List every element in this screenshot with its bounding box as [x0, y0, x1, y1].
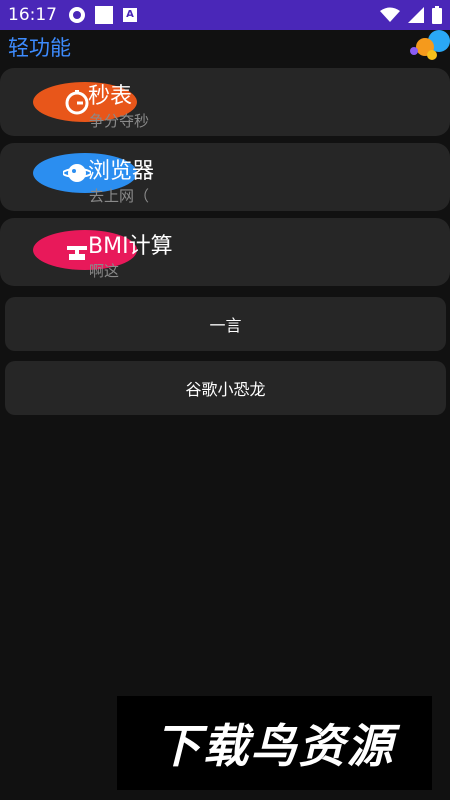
watermark-text: 下载鸟资源: [154, 719, 395, 773]
feature-card-browser[interactable]: 浏览器 去上网（: [0, 143, 450, 211]
stopwatch-icon: [65, 90, 89, 115]
square-notification-icon: [95, 6, 113, 24]
card-title: BMI计算: [88, 234, 173, 259]
a-notification-icon: A: [123, 8, 137, 22]
status-right-icons: [380, 6, 442, 24]
battery-icon: [432, 6, 442, 24]
status-bar: 16:17 A: [0, 0, 450, 30]
card-title: 秒表: [88, 84, 133, 109]
scale-icon: [67, 246, 87, 260]
feature-card-bmi[interactable]: BMI计算 啊这: [0, 218, 450, 286]
planet-icon: [63, 164, 91, 182]
wifi-icon: [380, 7, 400, 22]
card-subtitle: 去上网（: [89, 187, 150, 205]
card-title: 浏览器: [88, 159, 155, 184]
watermark: 下载鸟资源: [117, 696, 432, 790]
page-title: 轻功能: [8, 36, 71, 60]
app-bar: 轻功能: [0, 30, 450, 64]
dino-game-button[interactable]: 谷歌小恐龙: [5, 361, 446, 415]
feature-card-stopwatch[interactable]: 秒表 争分夺秒: [0, 68, 450, 136]
card-subtitle: 啊这: [89, 262, 120, 280]
signal-icon: [408, 7, 424, 23]
status-time: 16:17: [8, 5, 57, 25]
yiyan-button[interactable]: 一言: [5, 297, 446, 351]
circle-notification-icon: [69, 7, 85, 23]
bubbles-logo: [410, 30, 450, 60]
card-subtitle: 争分夺秒: [89, 112, 150, 130]
